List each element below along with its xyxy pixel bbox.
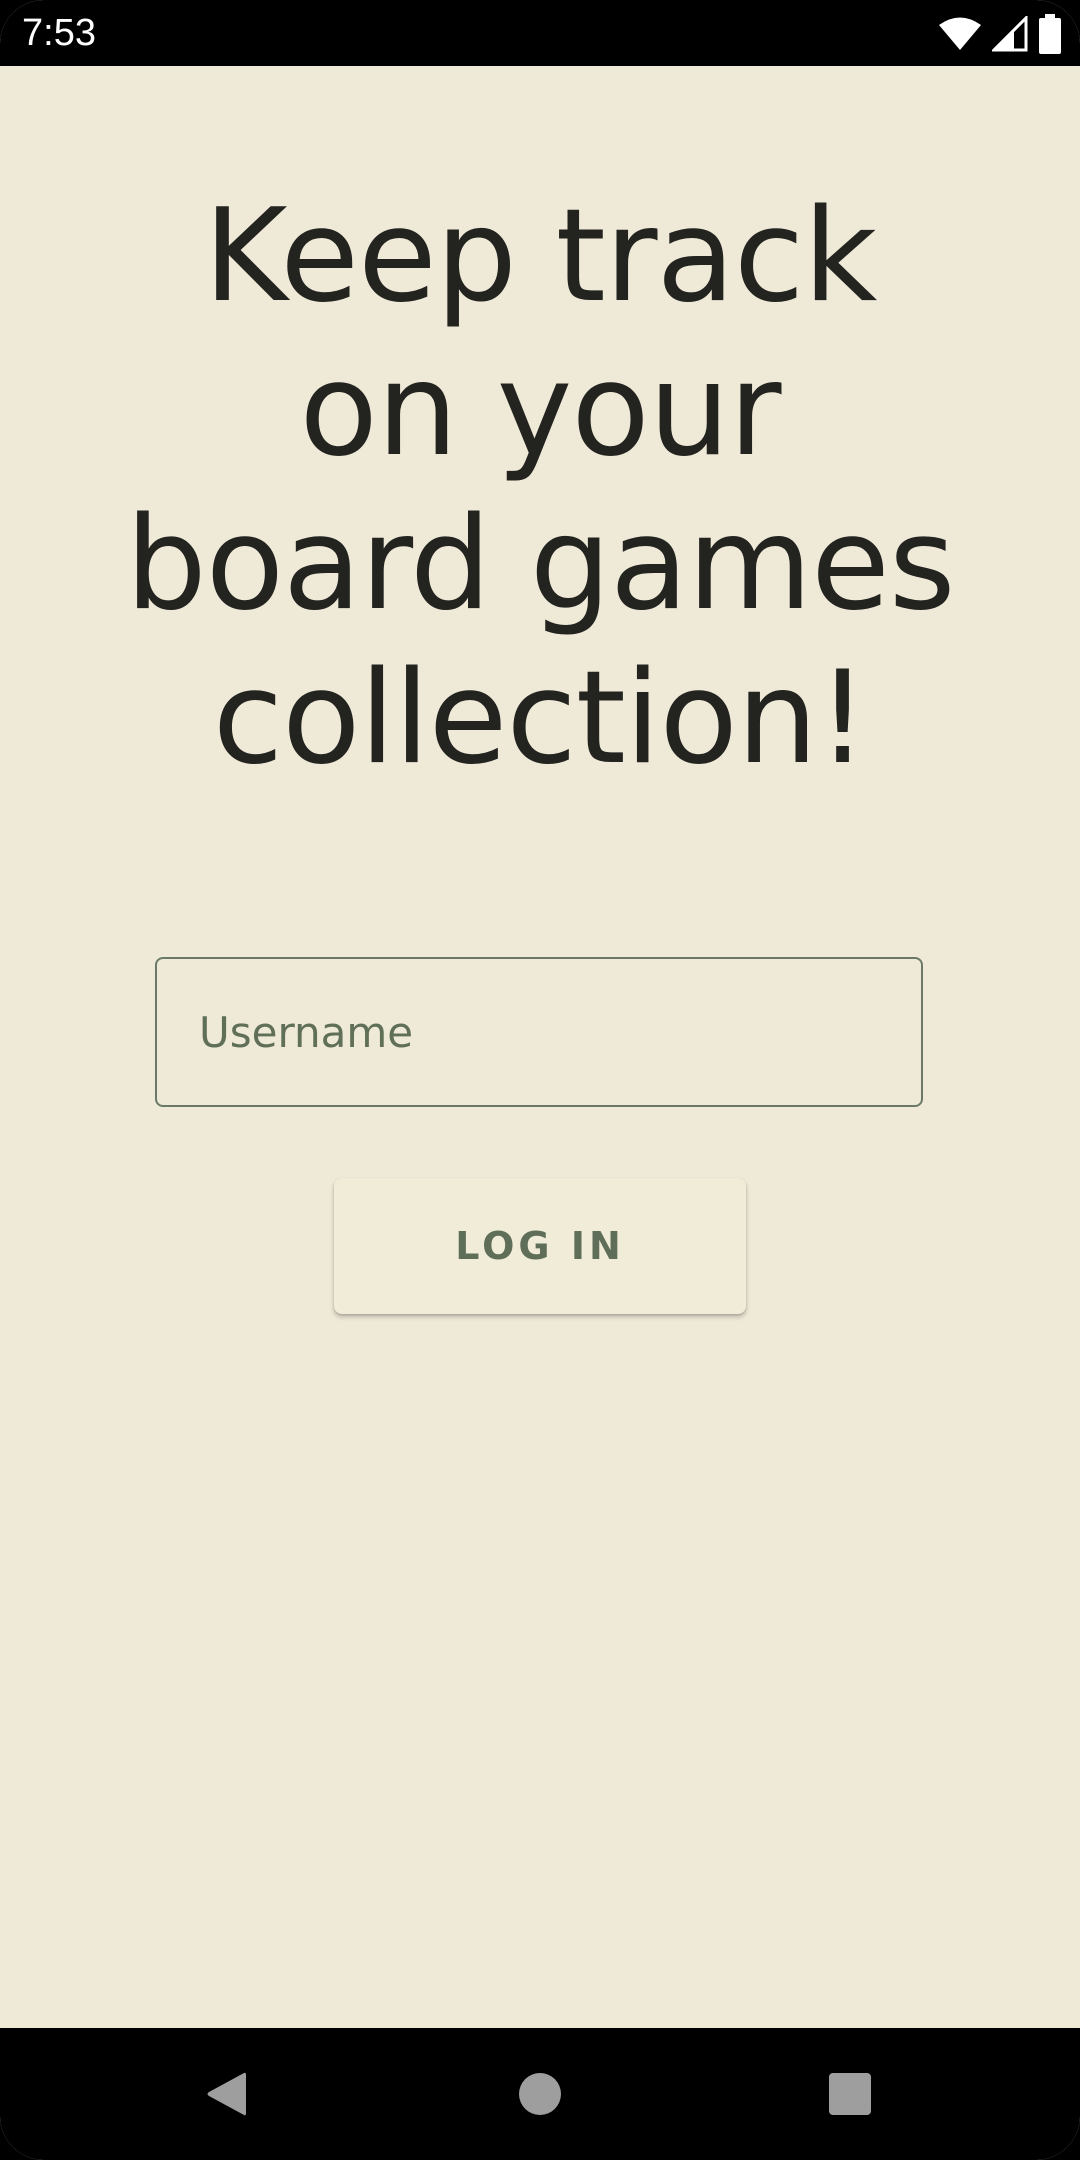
battery-icon (1038, 14, 1062, 54)
back-button[interactable] (190, 2058, 262, 2130)
back-icon (207, 2072, 246, 2116)
navigation-bar (0, 2028, 1080, 2160)
wifi-icon (938, 16, 982, 52)
username-input[interactable] (157, 959, 921, 1105)
login-button[interactable]: LOG IN (334, 1178, 746, 1314)
cellular-signal-icon (992, 16, 1028, 52)
app-screen: 7:53 Keep track on your board games coll… (0, 0, 1080, 2160)
recents-icon (829, 2073, 871, 2115)
status-icons (938, 14, 1062, 54)
username-field[interactable] (155, 957, 923, 1107)
status-time: 7:53 (22, 12, 96, 54)
page-title: Keep track on your board games collectio… (125, 182, 955, 793)
home-icon (519, 2073, 561, 2115)
login-content: Keep track on your board games collectio… (0, 66, 1080, 2028)
recents-button[interactable] (814, 2058, 886, 2130)
status-bar: 7:53 (0, 0, 1080, 66)
home-button[interactable] (504, 2058, 576, 2130)
